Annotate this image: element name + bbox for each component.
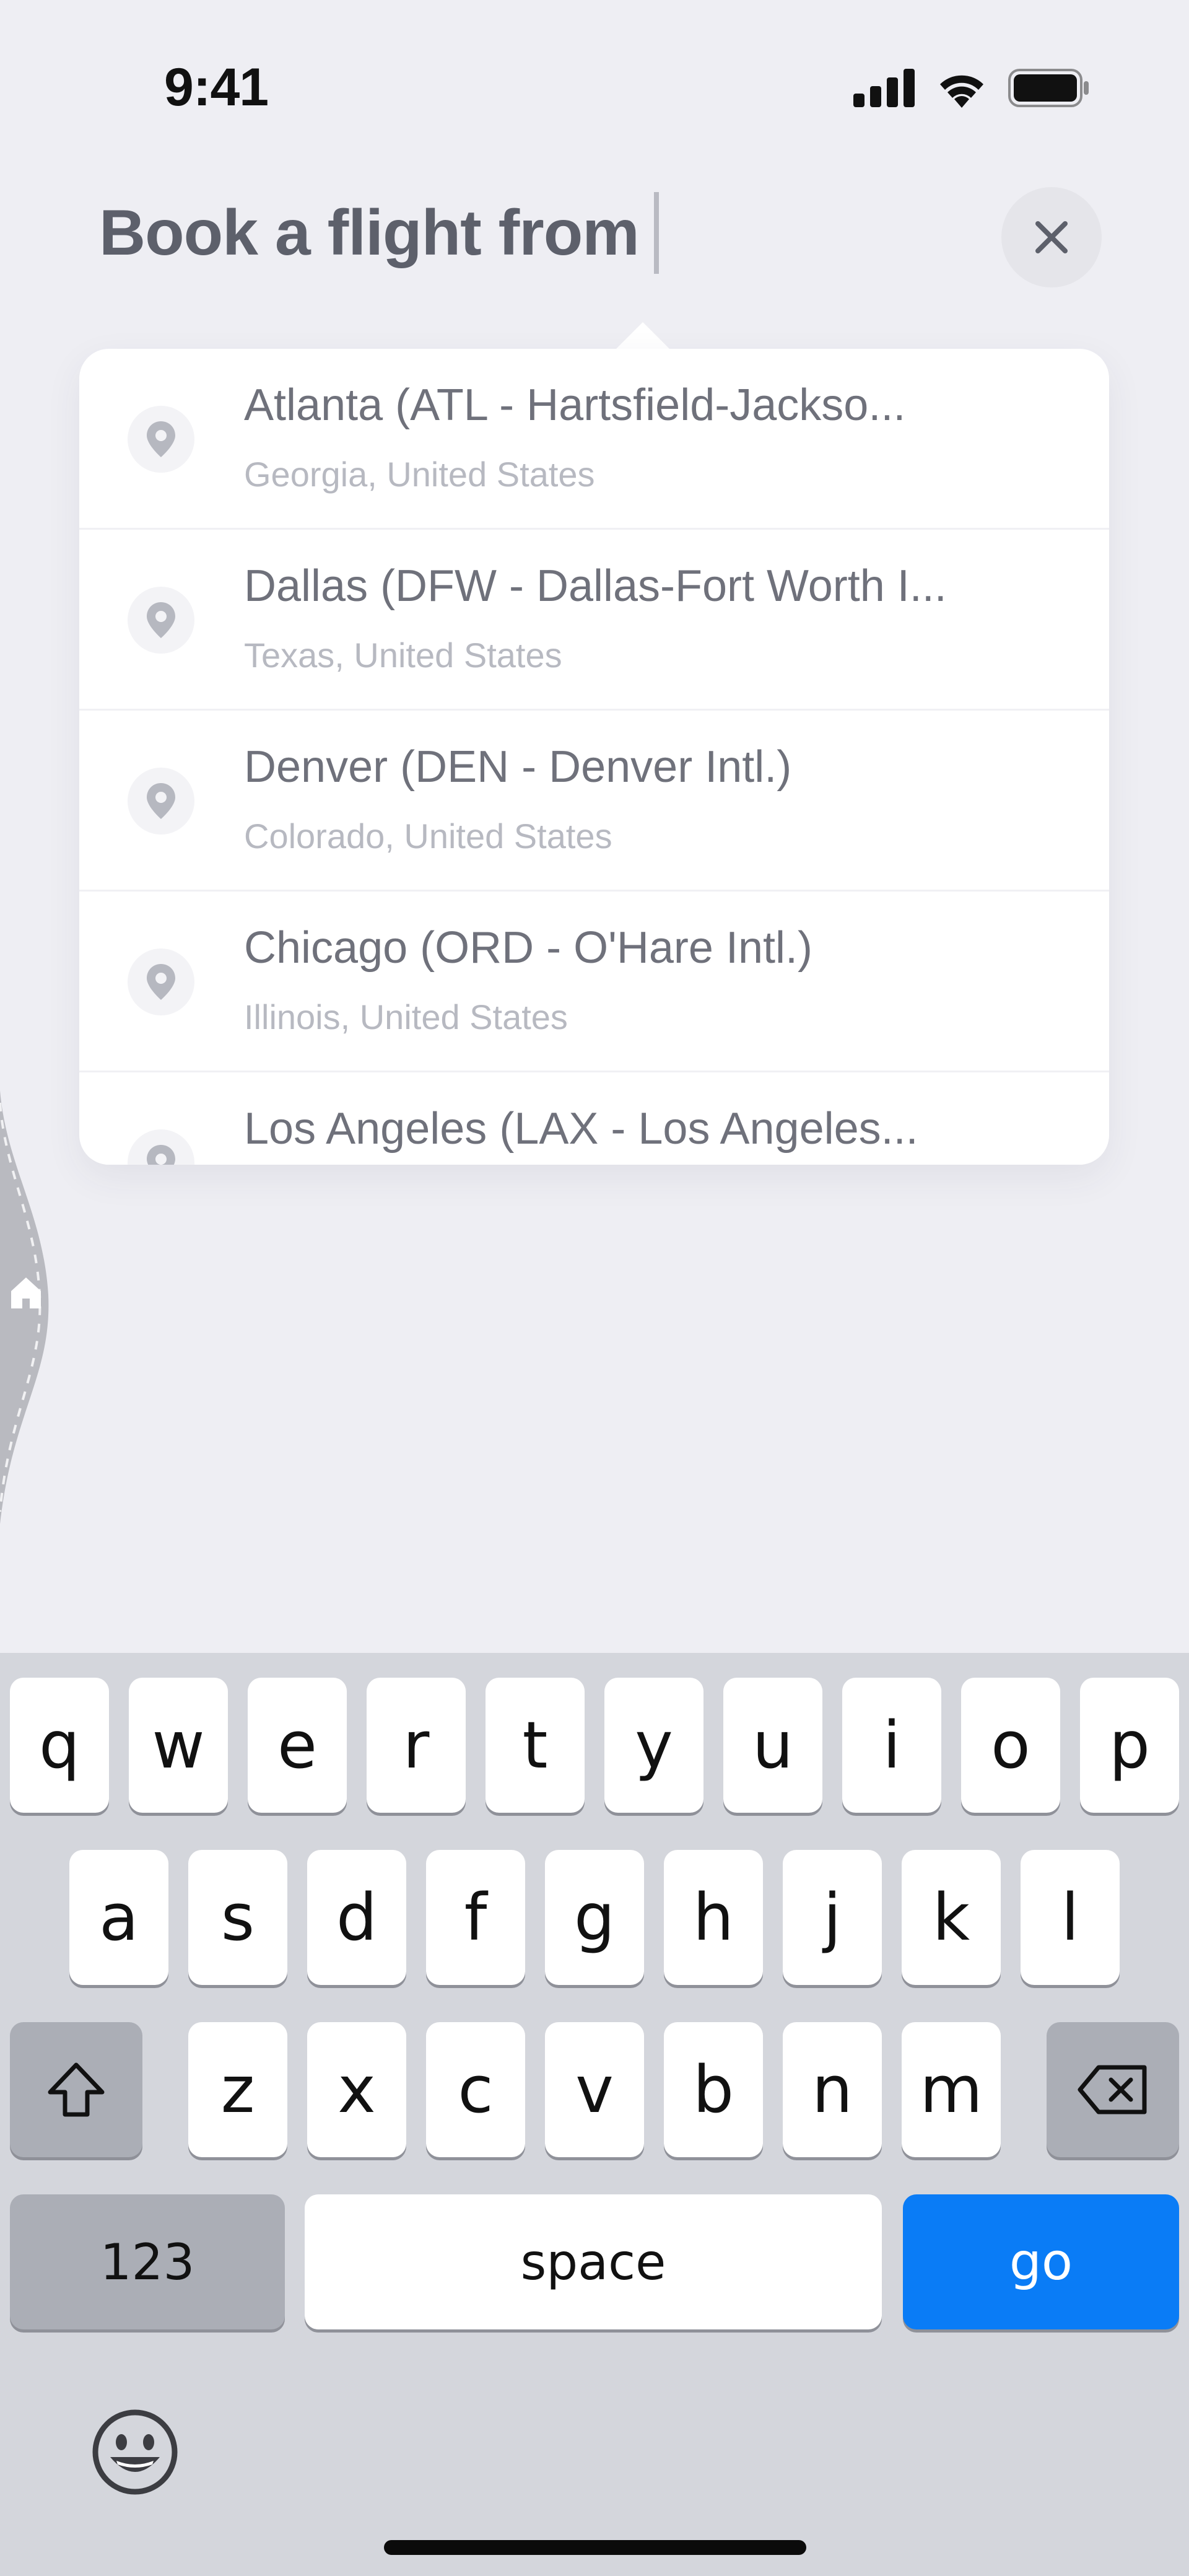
result-title: Denver (DEN - Denver Intl.) bbox=[244, 742, 792, 792]
location-pin-icon bbox=[128, 587, 194, 654]
key-o[interactable]: o bbox=[961, 1678, 1060, 1813]
list-item[interactable]: Denver (DEN - Denver Intl.) Colorado, Un… bbox=[79, 711, 1109, 892]
keyboard: q w e r t y u i o p a s d f g h j k l z … bbox=[0, 1653, 1189, 2576]
result-subtitle: Texas, United States bbox=[244, 636, 562, 675]
key-n[interactable]: n bbox=[783, 2022, 882, 2157]
key-m[interactable]: m bbox=[902, 2022, 1001, 2157]
key-x[interactable]: x bbox=[307, 2022, 406, 2157]
search-prompt: Book a flight from bbox=[99, 196, 640, 269]
airport-suggestions-list: Atlanta (ATL - Hartsfield-Jackso... Geor… bbox=[79, 349, 1109, 1165]
cellular-signal-icon bbox=[853, 69, 915, 107]
home-indicator bbox=[384, 2540, 806, 2555]
delete-icon bbox=[1078, 2065, 1147, 2114]
key-y[interactable]: y bbox=[604, 1678, 703, 1813]
key-t[interactable]: t bbox=[486, 1678, 585, 1813]
emoji-icon bbox=[92, 2409, 178, 2495]
shift-icon bbox=[48, 2062, 105, 2117]
shift-key[interactable] bbox=[10, 2022, 142, 2157]
key-e[interactable]: e bbox=[248, 1678, 347, 1813]
delete-key[interactable] bbox=[1047, 2022, 1179, 2157]
space-key[interactable]: space bbox=[305, 2194, 882, 2329]
key-r[interactable]: r bbox=[367, 1678, 466, 1813]
key-i[interactable]: i bbox=[842, 1678, 941, 1813]
key-v[interactable]: v bbox=[545, 2022, 644, 2157]
result-subtitle: Georgia, United States bbox=[244, 455, 595, 494]
result-title: Dallas (DFW - Dallas-Fort Worth I... bbox=[244, 561, 947, 611]
status-icons bbox=[853, 68, 1090, 108]
key-u[interactable]: u bbox=[723, 1678, 822, 1813]
key-j[interactable]: j bbox=[783, 1850, 882, 1985]
list-item[interactable]: Dallas (DFW - Dallas-Fort Worth I... Tex… bbox=[79, 530, 1109, 711]
key-h[interactable]: h bbox=[664, 1850, 763, 1985]
numbers-key[interactable]: 123 bbox=[10, 2194, 285, 2329]
location-pin-icon bbox=[128, 1129, 194, 1165]
result-title: Atlanta (ATL - Hartsfield-Jackso... bbox=[244, 380, 906, 430]
key-a[interactable]: a bbox=[69, 1850, 168, 1985]
close-icon bbox=[1035, 221, 1068, 253]
emoji-button[interactable] bbox=[92, 2409, 178, 2495]
key-w[interactable]: w bbox=[129, 1678, 228, 1813]
key-c[interactable]: c bbox=[426, 2022, 525, 2157]
result-title: Los Angeles (LAX - Los Angeles... bbox=[244, 1104, 918, 1154]
dropdown-pointer bbox=[614, 322, 671, 351]
result-subtitle: Illinois, United States bbox=[244, 997, 568, 1036]
location-pin-icon bbox=[128, 406, 194, 473]
result-subtitle: Colorado, United States bbox=[244, 817, 612, 856]
location-pin-icon bbox=[128, 948, 194, 1015]
list-item[interactable]: Atlanta (ATL - Hartsfield-Jackso... Geor… bbox=[79, 349, 1109, 530]
location-pin-icon bbox=[128, 768, 194, 835]
wifi-icon bbox=[940, 75, 983, 108]
side-map-handle[interactable] bbox=[0, 1090, 62, 1524]
search-input[interactable]: Book a flight from bbox=[99, 192, 659, 274]
key-b[interactable]: b bbox=[664, 2022, 763, 2157]
close-button[interactable] bbox=[1001, 187, 1102, 287]
status-bar: 9:41 bbox=[0, 0, 1189, 173]
go-key[interactable]: go bbox=[903, 2194, 1179, 2329]
key-f[interactable]: f bbox=[426, 1850, 525, 1985]
key-g[interactable]: g bbox=[545, 1850, 644, 1985]
key-k[interactable]: k bbox=[902, 1850, 1001, 1985]
key-p[interactable]: p bbox=[1080, 1678, 1179, 1813]
key-s[interactable]: s bbox=[188, 1850, 287, 1985]
key-l[interactable]: l bbox=[1021, 1850, 1120, 1985]
result-title: Chicago (ORD - O'Hare Intl.) bbox=[244, 923, 812, 973]
key-q[interactable]: q bbox=[10, 1678, 109, 1813]
battery-icon bbox=[1008, 69, 1089, 107]
text-cursor bbox=[653, 192, 659, 274]
list-item[interactable]: Chicago (ORD - O'Hare Intl.) Illinois, U… bbox=[79, 892, 1109, 1072]
status-time: 9:41 bbox=[164, 58, 269, 117]
list-item[interactable]: Los Angeles (LAX - Los Angeles... bbox=[79, 1072, 1109, 1165]
key-z[interactable]: z bbox=[188, 2022, 287, 2157]
key-d[interactable]: d bbox=[307, 1850, 406, 1985]
